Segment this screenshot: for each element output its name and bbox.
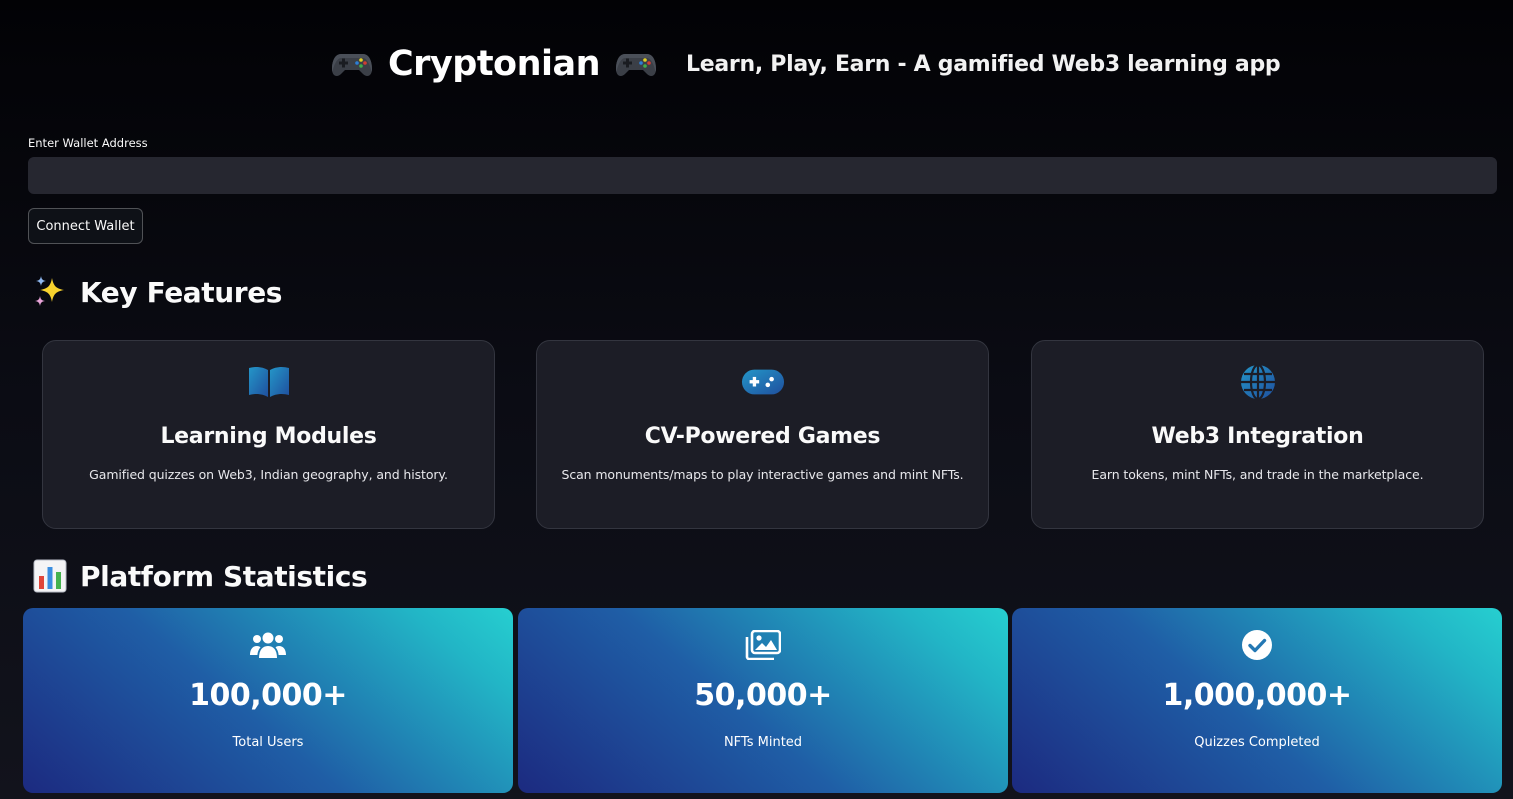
stat-card-nfts-minted: 50,000+ NFTs Minted [518, 608, 1008, 793]
bar-chart-icon [32, 558, 68, 594]
video-game-controller-icon [614, 44, 658, 84]
stat-label: Quizzes Completed [1194, 735, 1320, 750]
feature-title: CV-Powered Games [644, 424, 881, 449]
book-icon [247, 363, 291, 401]
stat-value: 1,000,000+ [1162, 678, 1352, 713]
platform-statistics-heading: Platform Statistics [32, 558, 368, 594]
feature-card-learning-modules: Learning Modules Gamified quizzes on Web… [42, 340, 495, 529]
stat-card-quizzes-completed: 1,000,000+ Quizzes Completed [1012, 608, 1502, 793]
app-tagline: Learn, Play, Earn - A gamified Web3 lear… [686, 51, 1281, 77]
wallet-address-input[interactable] [28, 157, 1497, 194]
feature-title: Web3 Integration [1151, 424, 1364, 449]
wallet-address-label: Enter Wallet Address [28, 136, 148, 150]
globe-icon [1236, 363, 1280, 401]
images-icon [743, 628, 783, 662]
connect-wallet-button[interactable]: Connect Wallet [28, 208, 143, 244]
feature-card-cv-powered-games: CV-Powered Games Scan monuments/maps to … [536, 340, 989, 529]
users-icon [248, 628, 288, 662]
gamepad-icon [741, 363, 785, 401]
feature-card-web3-integration: Web3 Integration Earn tokens, mint NFTs,… [1031, 340, 1484, 529]
stat-label: Total Users [232, 735, 304, 750]
key-features-title: Key Features [80, 275, 283, 309]
stat-label: NFTs Minted [723, 735, 803, 750]
app-title: Cryptonian [388, 44, 601, 84]
stat-value: 100,000+ [189, 678, 347, 713]
video-game-controller-icon [330, 44, 374, 84]
feature-description: Earn tokens, mint NFTs, and trade in the… [1091, 467, 1424, 482]
feature-title: Learning Modules [160, 424, 377, 449]
feature-description: Gamified quizzes on Web3, Indian geograp… [89, 467, 448, 482]
app-header: Cryptonian Learn, Play, Earn - A gamifie… [330, 44, 1281, 84]
platform-statistics-title: Platform Statistics [80, 559, 368, 593]
stat-value: 50,000+ [694, 678, 832, 713]
key-features-heading: Key Features [32, 274, 282, 310]
title-group: Cryptonian [330, 44, 658, 84]
check-circle-icon [1237, 628, 1277, 662]
app-page: Cryptonian Learn, Play, Earn - A gamifie… [0, 0, 1513, 799]
feature-description: Scan monuments/maps to play interactive … [561, 467, 964, 482]
stat-card-total-users: 100,000+ Total Users [23, 608, 513, 793]
sparkles-icon [32, 274, 68, 310]
